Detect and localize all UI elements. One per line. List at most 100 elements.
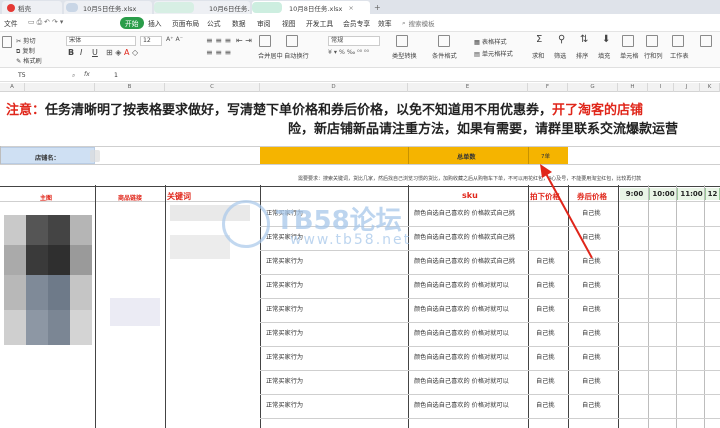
border-fill-font-color-icons[interactable]: ⊞ ◈ A ◇ — [106, 48, 138, 57]
hour-11[interactable]: 11:00 — [678, 188, 706, 200]
menu-item-start[interactable]: 开始 — [120, 17, 144, 29]
font-grow-shrink-icons[interactable]: A⁺ A⁻ — [166, 36, 183, 43]
col-header-h[interactable]: H — [618, 83, 648, 92]
row-behavior[interactable]: 正常买家行为 — [266, 328, 303, 337]
hour-10[interactable]: 10:00 — [650, 188, 678, 200]
cell-button[interactable] — [622, 35, 634, 47]
new-tab-icon[interactable]: + — [374, 3, 381, 12]
tab-docer[interactable]: 稻壳 — [2, 1, 62, 14]
row-behavior[interactable]: 正常买家行为 — [266, 352, 303, 361]
name-box[interactable]: T5 — [18, 72, 26, 79]
col-header-f[interactable]: F — [528, 83, 568, 92]
tab-file-oct5[interactable]: 10月5日任务.xlsx — [64, 1, 152, 14]
row-sku[interactable]: 颜色自选自己喜欢的 价格款式自己挑 — [414, 256, 515, 265]
copy-button[interactable]: ⧉ 复制 — [16, 46, 35, 56]
row-order-price[interactable]: 自己挑 — [536, 400, 555, 409]
col-header-c[interactable]: C — [165, 83, 260, 92]
menu-item-efficiency[interactable]: 效率 — [378, 18, 392, 28]
tab-file-oct6[interactable]: 10月6日任务.xlsx — [154, 1, 250, 14]
row-col-button[interactable] — [646, 35, 658, 47]
underline-button[interactable]: U — [92, 48, 98, 57]
italic-button[interactable]: I — [80, 48, 82, 57]
bold-button[interactable]: B — [68, 48, 74, 57]
col-header-k[interactable]: K — [700, 83, 720, 92]
total-orders-label-cell[interactable]: 总单数 — [408, 147, 528, 164]
row-sku[interactable]: 颜色自选自己喜欢的 价格款式自己挑 — [414, 208, 515, 217]
col-header-j[interactable]: J — [674, 83, 700, 92]
row-sku[interactable]: 颜色自选自己喜欢的 价格对就可以 — [414, 352, 509, 361]
indent-icons[interactable]: ⇤ ⇥ — [236, 36, 252, 45]
row-order-price[interactable]: 自己挑 — [536, 304, 555, 313]
row-coupon-price[interactable]: 自己挑 — [582, 376, 601, 385]
number-format-icons[interactable]: ¥ ▾ % ‰ ⁰⁰ ⁰⁰ — [328, 49, 369, 56]
col-header-a[interactable]: A — [0, 83, 25, 92]
menu-item-insert[interactable]: 插入 — [148, 18, 162, 28]
row-order-price[interactable]: 自己挑 — [536, 376, 555, 385]
col-header-b[interactable]: B — [95, 83, 165, 92]
menu-item-page-layout[interactable]: 页面布局 — [172, 18, 199, 28]
close-icon[interactable]: × — [348, 4, 353, 12]
menu-item-data[interactable]: 数据 — [232, 18, 246, 28]
row-sku[interactable]: 颜色自选自己喜欢的 价格对就可以 — [414, 400, 509, 409]
freeze-button[interactable] — [700, 35, 712, 47]
font-name-select[interactable]: 宋体 — [66, 36, 136, 46]
row-coupon-price[interactable]: 自己挑 — [582, 280, 601, 289]
search-box[interactable]: ⌕ 搜索模板 — [402, 17, 435, 29]
row-sku[interactable]: 颜色自选自己喜欢的 价格对就可以 — [414, 328, 509, 337]
menu-quick-icons[interactable]: ▭ ⎙ ↶ ↷ ▾ — [28, 18, 63, 27]
fx-icon[interactable]: fx — [84, 71, 90, 78]
menu-item-formula[interactable]: 公式 — [207, 18, 221, 28]
row-behavior[interactable]: 正常买家行为 — [266, 400, 303, 409]
row-order-price[interactable]: 自己挑 — [536, 352, 555, 361]
hour-12[interactable]: 12 — [706, 188, 720, 200]
cell-style-button[interactable]: ▤ 单元格样式 — [474, 49, 513, 58]
align-left-icons[interactable]: ≡ ≡ ≡ — [206, 48, 231, 57]
type-convert-button[interactable] — [396, 35, 408, 47]
hour-9[interactable]: 9:00 — [620, 188, 650, 200]
menu-item-developer[interactable]: 开发工具 — [306, 18, 333, 28]
row-coupon-price[interactable]: 自己挑 — [582, 328, 601, 337]
row-coupon-price[interactable]: 自己挑 — [582, 304, 601, 313]
row-behavior[interactable]: 正常买家行为 — [266, 376, 303, 385]
worksheet-button[interactable] — [672, 35, 684, 47]
row-sku[interactable]: 颜色自选自己喜欢的 价格对就可以 — [414, 376, 509, 385]
fill-icon[interactable]: ⬇ — [602, 34, 610, 45]
row-coupon-price[interactable]: 自己挑 — [582, 352, 601, 361]
row-behavior[interactable]: 正常买家行为 — [266, 280, 303, 289]
row-behavior[interactable]: 正常买家行为 — [266, 304, 303, 313]
menu-item-review[interactable]: 审阅 — [257, 18, 271, 28]
row-behavior[interactable]: 正常买家行为 — [266, 256, 303, 265]
col-header-g[interactable]: G — [568, 83, 618, 92]
row-coupon-price[interactable]: 自己挑 — [582, 400, 601, 409]
wrap-text-button[interactable] — [286, 35, 298, 47]
row-sku[interactable]: 颜色自选自己喜欢的 价格款式自己挑 — [414, 232, 515, 241]
sort-icon[interactable]: ⇅ — [580, 34, 588, 45]
formula-input[interactable]: 1 — [114, 72, 118, 79]
number-format-select[interactable]: 常规 — [328, 36, 380, 46]
format-painter-button[interactable]: ✎ 格式刷 — [16, 56, 42, 65]
col-header-i[interactable]: I — [648, 83, 674, 92]
merge-center-button[interactable] — [259, 35, 271, 47]
zoom-search-icon[interactable]: ⌕ — [72, 72, 75, 80]
menu-file[interactable]: 文件 — [4, 18, 18, 28]
menu-item-view[interactable]: 视图 — [282, 18, 296, 28]
product-main-image[interactable] — [4, 215, 92, 345]
row-sku[interactable]: 颜色自选自己喜欢的 价格对就可以 — [414, 280, 509, 289]
filter-icon[interactable]: ⚲ — [558, 34, 565, 45]
paste-button[interactable] — [2, 36, 12, 48]
align-top-icons[interactable]: ≡ ≡ ≡ — [206, 36, 231, 45]
shop-name-cell[interactable]: 店铺名： — [0, 147, 95, 164]
conditional-format-button[interactable] — [438, 35, 450, 47]
tab-file-oct8[interactable]: 10月8日任务.xlsx × — [252, 1, 370, 14]
cut-button[interactable]: ✂ 剪切 — [16, 36, 36, 45]
col-header-e[interactable]: E — [408, 83, 528, 92]
row-order-price[interactable]: 自己挑 — [536, 280, 555, 289]
table-style-button[interactable]: ▦ 表格样式 — [474, 37, 507, 46]
col-header-d[interactable]: D — [260, 83, 408, 92]
menu-item-member[interactable]: 会员专享 — [343, 18, 370, 28]
col-header-a2[interactable] — [25, 83, 95, 92]
sum-icon[interactable]: Σ — [536, 34, 542, 45]
font-size-select[interactable]: 12 — [140, 36, 162, 46]
row-order-price[interactable]: 自己挑 — [536, 328, 555, 337]
row-sku[interactable]: 颜色自选自己喜欢的 价格对就可以 — [414, 304, 509, 313]
